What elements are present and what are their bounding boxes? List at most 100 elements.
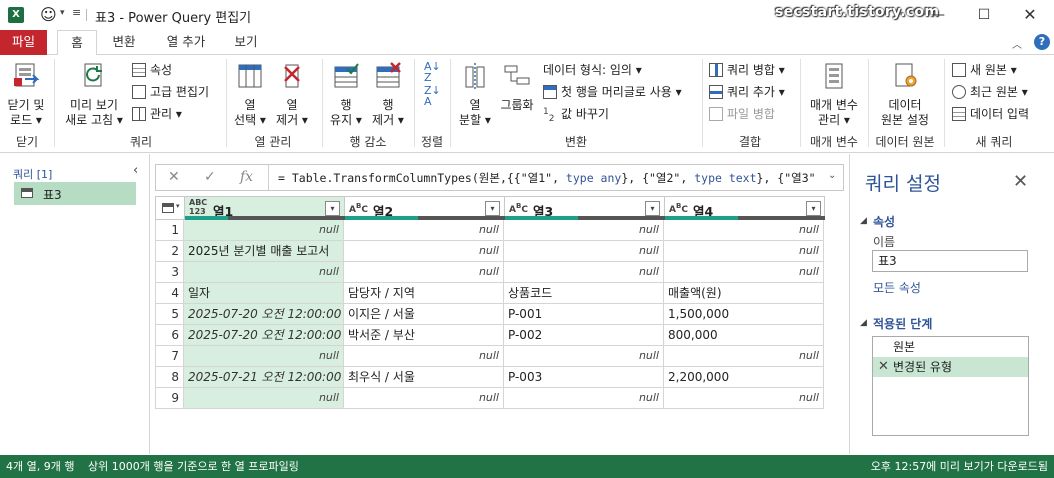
grid-cell[interactable]: 최우식 / 서울 — [344, 367, 504, 388]
keep-rows-button[interactable]: 행 유지 ▾ — [326, 61, 366, 128]
grid-cell[interactable]: 2025-07-21 오전 12:00:00 — [184, 367, 344, 388]
grid-cell[interactable]: null — [344, 241, 504, 262]
recent-sources-button[interactable]: 최근 원본 ▾ — [952, 83, 1028, 101]
collapse-triangle-icon[interactable]: ◢ — [860, 318, 867, 328]
fx-icon[interactable]: fx — [240, 169, 253, 185]
step-source[interactable]: 원본 — [873, 337, 1028, 357]
grid-cell[interactable]: 2,200,000 — [664, 367, 824, 388]
append-queries-button[interactable]: 쿼리 추가 ▾ — [709, 83, 785, 101]
grid-cell[interactable]: P-001 — [504, 304, 664, 325]
query-item[interactable]: 표3 — [14, 182, 136, 205]
table-menu-button[interactable]: ▾ — [156, 197, 185, 220]
close-button[interactable]: ✕ — [1007, 0, 1053, 30]
grid-cell[interactable]: null — [664, 220, 824, 241]
formula-text[interactable]: = Table.TransformColumnTypes(원본,{{"열1", … — [278, 170, 818, 186]
status-profiling[interactable]: 상위 1000개 행을 기준으로 한 열 프로파일링 — [88, 455, 299, 478]
smiley-icon[interactable]: ☺ — [40, 5, 57, 25]
row-number[interactable]: 3 — [155, 262, 184, 283]
advanced-editor-button[interactable]: 고급 편집기 — [132, 83, 209, 101]
grid-cell[interactable]: 일자 — [184, 283, 344, 304]
row-number[interactable]: 9 — [155, 388, 184, 409]
replace-values-button[interactable]: 1 2값 바꾸기 — [543, 105, 609, 124]
grid-cell[interactable]: 박서준 / 부산 — [344, 325, 504, 346]
grid-cell[interactable]: null — [504, 346, 664, 367]
query-name-input[interactable]: 표3 — [872, 250, 1028, 272]
grid-cell[interactable]: 2025-07-20 오전 12:00:00 — [184, 325, 344, 346]
grid-cell[interactable]: null — [344, 220, 504, 241]
column-header-3[interactable]: ABC 열3 ▾ — [505, 197, 665, 220]
column-header-1[interactable]: ABC 123 열1 ▾ — [185, 197, 345, 220]
tab-transform[interactable]: 변환 — [103, 30, 145, 55]
grid-cell[interactable]: null — [344, 388, 504, 409]
grid-cell[interactable]: 1,500,000 — [664, 304, 824, 325]
grid-cell[interactable]: null — [664, 346, 824, 367]
grid-cell[interactable]: null — [504, 220, 664, 241]
grid-cell[interactable]: null — [184, 262, 344, 283]
chevron-down-icon[interactable]: ▾ — [60, 8, 65, 18]
tab-add-column[interactable]: 열 추가 — [158, 30, 214, 55]
row-number[interactable]: 8 — [155, 367, 184, 388]
column-header-4[interactable]: ABC 열4 ▾ — [665, 197, 825, 220]
grid-cell[interactable]: 상품코드 — [504, 283, 664, 304]
minimize-button[interactable]: — — [915, 0, 961, 30]
row-number[interactable]: 1 — [155, 220, 184, 241]
remove-rows-button[interactable]: 행 제거 ▾ — [368, 61, 408, 128]
grid-cell[interactable]: 담당자 / 지역 — [344, 283, 504, 304]
grid-cell[interactable]: 매출액(원) — [664, 283, 824, 304]
manage-button[interactable]: 관리 ▾ — [132, 105, 182, 123]
choose-columns-button[interactable]: 열 선택 ▾ — [230, 61, 270, 128]
grid-cell[interactable]: 2025년 분기별 매출 보고서 — [184, 241, 344, 262]
data-source-settings-button[interactable]: 데이터 원본 설정 — [872, 61, 938, 128]
delete-step-icon[interactable]: ✕ — [878, 357, 889, 377]
grid-cell[interactable]: null — [504, 388, 664, 409]
confirm-formula-icon[interactable]: ✓ — [204, 169, 216, 185]
row-number[interactable]: 4 — [155, 283, 184, 304]
step-changed-type[interactable]: ✕ 변경된 유형 — [873, 357, 1028, 377]
tab-file[interactable]: 파일 — [0, 30, 47, 55]
close-and-load-button[interactable]: 닫기 및 로드 ▾ — [4, 61, 48, 128]
collapse-triangle-icon[interactable]: ◢ — [860, 216, 867, 226]
grid-cell[interactable]: 800,000 — [664, 325, 824, 346]
grid-cell[interactable]: P-003 — [504, 367, 664, 388]
grid-cell[interactable]: null — [344, 262, 504, 283]
merge-queries-button[interactable]: 쿼리 병합 ▾ — [709, 61, 785, 79]
help-icon[interactable]: ? — [1034, 34, 1050, 50]
expand-formula-icon[interactable]: ⌄ — [828, 170, 836, 181]
filter-dropdown-icon[interactable]: ▾ — [806, 201, 821, 216]
sort-ascending-icon[interactable]: A↓ Z — [424, 61, 441, 83]
new-source-button[interactable]: 새 원본 ▾ — [952, 61, 1017, 79]
grid-cell[interactable]: 2025-07-20 오전 12:00:00 — [184, 304, 344, 325]
grid-cell[interactable]: null — [664, 388, 824, 409]
tab-home[interactable]: 홈 — [57, 30, 97, 56]
combine-files-button[interactable]: 파일 병합 — [709, 105, 775, 123]
row-number[interactable]: 5 — [155, 304, 184, 325]
grid-cell[interactable]: null — [344, 346, 504, 367]
filter-dropdown-icon[interactable]: ▾ — [645, 201, 660, 216]
refresh-preview-button[interactable]: 미리 보기 새로 고침 ▾ — [62, 61, 126, 128]
row-number[interactable]: 6 — [155, 325, 184, 346]
filter-dropdown-icon[interactable]: ▾ — [325, 201, 340, 216]
grid-cell[interactable]: null — [184, 346, 344, 367]
properties-button[interactable]: 속성 — [132, 61, 172, 79]
grid-cell[interactable]: null — [184, 388, 344, 409]
remove-columns-button[interactable]: 열 제거 ▾ — [272, 61, 312, 128]
filter-dropdown-icon[interactable]: ▾ — [485, 201, 500, 216]
quick-access-customize-icon[interactable]: ≡ — [72, 6, 81, 19]
grid-cell[interactable]: 이지은 / 서울 — [344, 304, 504, 325]
grid-cell[interactable]: null — [664, 241, 824, 262]
row-number[interactable]: 2 — [155, 241, 184, 262]
group-by-button[interactable]: 그룹화 — [498, 61, 536, 113]
use-first-row-as-headers-button[interactable]: 첫 행을 머리글로 사용 ▾ — [543, 83, 682, 101]
sort-descending-icon[interactable]: Z↓ A — [424, 85, 441, 107]
grid-cell[interactable]: null — [504, 262, 664, 283]
tab-view[interactable]: 보기 — [226, 30, 266, 55]
data-type-dropdown[interactable]: 데이터 형식: 임의 ▾ — [543, 61, 642, 79]
all-properties-link[interactable]: 모든 속성 — [873, 279, 921, 296]
column-header-2[interactable]: ABC 열2 ▾ — [345, 197, 505, 220]
excel-icon[interactable]: X — [8, 7, 24, 23]
cancel-formula-icon[interactable]: ✕ — [168, 169, 180, 185]
collapse-pane-icon[interactable]: ‹ — [133, 163, 138, 178]
grid-cell[interactable]: null — [184, 220, 344, 241]
maximize-button[interactable]: ☐ — [961, 0, 1007, 30]
grid-cell[interactable]: P-002 — [504, 325, 664, 346]
